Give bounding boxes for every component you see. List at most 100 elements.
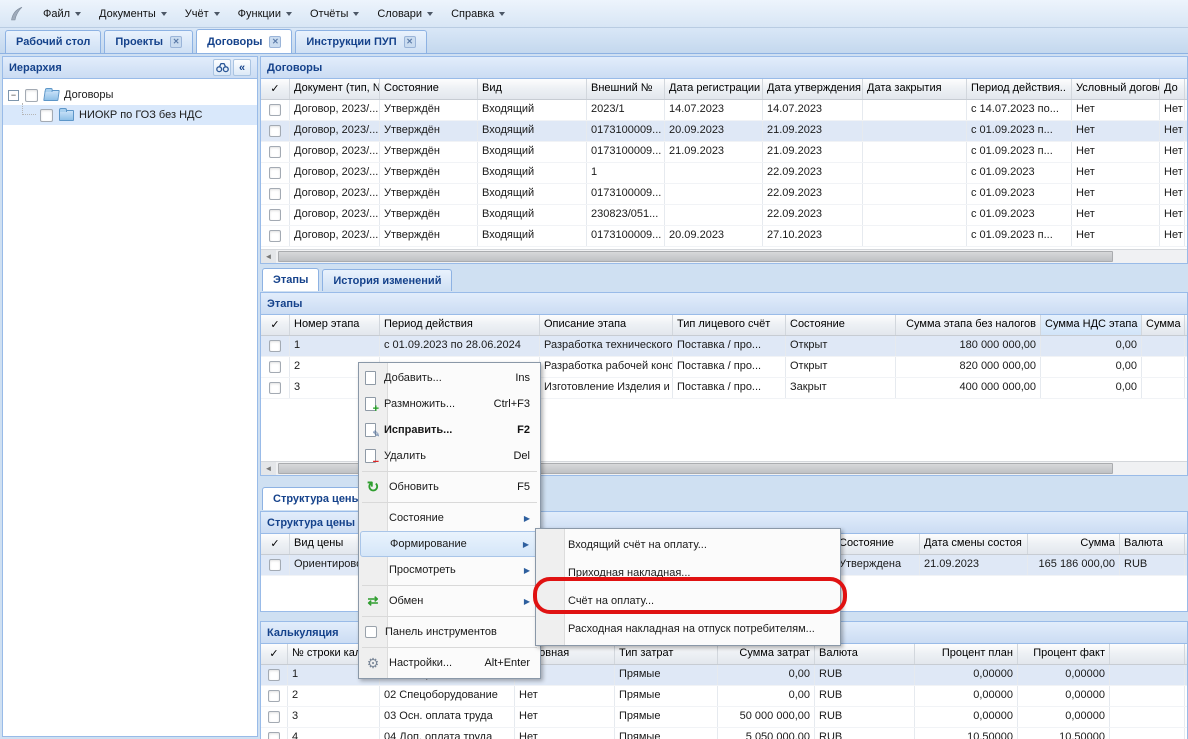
- column-header[interactable]: Состояние: [786, 315, 896, 335]
- column-header[interactable]: Сумма затрат: [718, 644, 815, 664]
- tab-история-изменений[interactable]: История изменений: [322, 269, 452, 291]
- column-header[interactable]: Состояние: [835, 534, 920, 554]
- column-header[interactable]: Условный договор: [1072, 79, 1160, 99]
- node-checkbox[interactable]: [25, 89, 38, 102]
- column-header[interactable]: Период действия: [380, 315, 540, 335]
- row-checkbox[interactable]: [269, 361, 281, 373]
- row-checkbox[interactable]: [269, 146, 281, 158]
- column-header[interactable]: Номер этапа: [290, 315, 380, 335]
- table-row[interactable]: Договор, 2023/...УтверждёнВходящий2023/1…: [261, 100, 1187, 121]
- column-header[interactable]: Дата закрытия: [863, 79, 967, 99]
- node-checkbox[interactable]: [40, 109, 53, 122]
- tree-node-niokr[interactable]: НИОКР по ГОЗ без НДС: [3, 105, 257, 125]
- column-header[interactable]: Сумма НДС этапа: [1041, 315, 1142, 335]
- column-header[interactable]: ✓: [261, 315, 290, 335]
- tab-инструкции-пуп[interactable]: Инструкции ПУП✕: [295, 30, 426, 53]
- close-icon[interactable]: ✕: [269, 36, 281, 48]
- close-icon[interactable]: ✕: [404, 36, 416, 48]
- menu-item-delete[interactable]: УдалитьDel: [360, 443, 539, 469]
- table-row[interactable]: 303 Осн. оплата трудаНетПрямые50 000 000…: [261, 707, 1187, 728]
- scroll-left-icon[interactable]: ◄: [261, 462, 276, 475]
- menu-item-edit[interactable]: Исправить...F2: [360, 417, 539, 443]
- menu-item-add[interactable]: Добавить...Ins: [360, 365, 539, 391]
- column-header[interactable]: Валюта: [1120, 534, 1185, 554]
- tab-проекты[interactable]: Проекты✕: [104, 30, 193, 53]
- menu-item-payment-invoice[interactable]: Счёт на оплату...: [537, 587, 839, 615]
- search-icon[interactable]: [213, 59, 231, 76]
- column-header[interactable]: Тип затрат: [615, 644, 718, 664]
- menu-item-settings[interactable]: Настройки...Alt+Enter: [360, 650, 539, 676]
- row-checkbox[interactable]: [269, 230, 281, 242]
- row-checkbox[interactable]: [269, 209, 281, 221]
- row-checkbox[interactable]: [269, 382, 281, 394]
- column-header[interactable]: Дата утверждения: [763, 79, 863, 99]
- menubar-item-справка[interactable]: Справка: [442, 4, 514, 24]
- scrollbar-thumb[interactable]: [278, 251, 1113, 262]
- column-header[interactable]: Процент план: [915, 644, 1018, 664]
- collapse-node-icon[interactable]: −: [8, 90, 19, 101]
- row-checkbox[interactable]: [268, 711, 280, 723]
- collapse-panel-icon[interactable]: «: [233, 59, 251, 76]
- tree-node-contracts[interactable]: − Договоры: [3, 85, 257, 105]
- column-header[interactable]: Описание этапа: [540, 315, 673, 335]
- table-row[interactable]: Договор, 2023/...УтверждёнВходящий017310…: [261, 121, 1187, 142]
- column-header[interactable]: Сумма эт: [1142, 315, 1185, 335]
- column-header[interactable]: Сумма этапа без налогов: [896, 315, 1041, 335]
- row-checkbox[interactable]: [268, 669, 280, 681]
- row-checkbox[interactable]: [269, 340, 281, 352]
- menu-item-view[interactable]: Просмотреть▶: [360, 557, 539, 583]
- row-checkbox[interactable]: [269, 125, 281, 137]
- column-header[interactable]: ✓: [261, 644, 288, 664]
- column-header[interactable]: ✓: [261, 534, 290, 554]
- table-row[interactable]: 202 СпецоборудованиеНетПрямые0,00RUB0,00…: [261, 686, 1187, 707]
- menu-item-duplicate[interactable]: Размножить...Ctrl+F3: [360, 391, 539, 417]
- row-checkbox[interactable]: [269, 104, 281, 116]
- column-header[interactable]: Сумма: [1028, 534, 1120, 554]
- menubar-item-учёт[interactable]: Учёт: [176, 4, 229, 24]
- menu-item-receipt-note[interactable]: Приходная накладная...: [537, 559, 839, 587]
- menu-item-refresh[interactable]: ОбновитьF5: [360, 474, 539, 500]
- column-header[interactable]: Дата регистрации: [665, 79, 763, 99]
- tab-рабочий-стол[interactable]: Рабочий стол: [5, 30, 101, 53]
- tab-структура-цены[interactable]: Структура цены: [262, 487, 372, 510]
- menu-item-incoming-invoice[interactable]: Входящий счёт на оплату...: [537, 531, 839, 559]
- table-row[interactable]: 404 Доп. оплата трудаНетПрямые5 050 000,…: [261, 728, 1187, 739]
- menu-item-toolbar[interactable]: Панель инструментов: [360, 619, 539, 645]
- menubar-item-словари[interactable]: Словари: [368, 4, 442, 24]
- scroll-left-icon[interactable]: ◄: [261, 250, 276, 263]
- table-row[interactable]: Договор, 2023/...УтверждёнВходящий017310…: [261, 184, 1187, 205]
- column-header[interactable]: Документ (тип, №: [290, 79, 380, 99]
- tab-договоры[interactable]: Договоры✕: [196, 29, 292, 53]
- menu-item-exchange[interactable]: Обмен▶: [360, 588, 539, 614]
- column-header[interactable]: Период действия..: [967, 79, 1072, 99]
- close-icon[interactable]: ✕: [170, 36, 182, 48]
- menu-item-state[interactable]: Состояние▶: [360, 505, 539, 531]
- row-checkbox[interactable]: [268, 732, 280, 739]
- column-header[interactable]: Процент факт: [1018, 644, 1110, 664]
- column-header[interactable]: Валюта: [815, 644, 915, 664]
- table-row[interactable]: Договор, 2023/...УтверждёнВходящий017310…: [261, 226, 1187, 247]
- column-header[interactable]: ✓: [261, 79, 290, 99]
- column-header[interactable]: Дата смены состоя: [920, 534, 1028, 554]
- menubar-item-документы[interactable]: Документы: [90, 4, 176, 24]
- menubar-item-отчёты[interactable]: Отчёты: [301, 4, 368, 24]
- table-row[interactable]: Договор, 2023/...УтверждёнВходящий017310…: [261, 142, 1187, 163]
- column-header[interactable]: Вид: [478, 79, 587, 99]
- contracts-hscrollbar[interactable]: ◄: [261, 249, 1187, 263]
- column-header[interactable]: Внешний №: [587, 79, 665, 99]
- row-checkbox[interactable]: [269, 188, 281, 200]
- column-header[interactable]: Состояние: [380, 79, 478, 99]
- table-row[interactable]: 1с 01.09.2023 по 28.06.2024Разработка те…: [261, 336, 1187, 357]
- column-header[interactable]: До: [1160, 79, 1185, 99]
- column-header[interactable]: Тип лицевого счёт: [673, 315, 786, 335]
- column-header[interactable]: [1110, 644, 1185, 664]
- row-checkbox[interactable]: [268, 690, 280, 702]
- tab-этапы[interactable]: Этапы: [262, 268, 319, 291]
- menu-item-generate[interactable]: Формирование▶: [360, 531, 539, 557]
- table-row[interactable]: Договор, 2023/...УтверждёнВходящий230823…: [261, 205, 1187, 226]
- table-row[interactable]: Договор, 2023/...УтверждёнВходящий122.09…: [261, 163, 1187, 184]
- menu-item-expense-note[interactable]: Расходная накладная на отпуск потребител…: [537, 615, 839, 643]
- menubar-item-функции[interactable]: Функции: [229, 4, 301, 24]
- row-checkbox[interactable]: [269, 167, 281, 179]
- row-checkbox[interactable]: [269, 559, 281, 571]
